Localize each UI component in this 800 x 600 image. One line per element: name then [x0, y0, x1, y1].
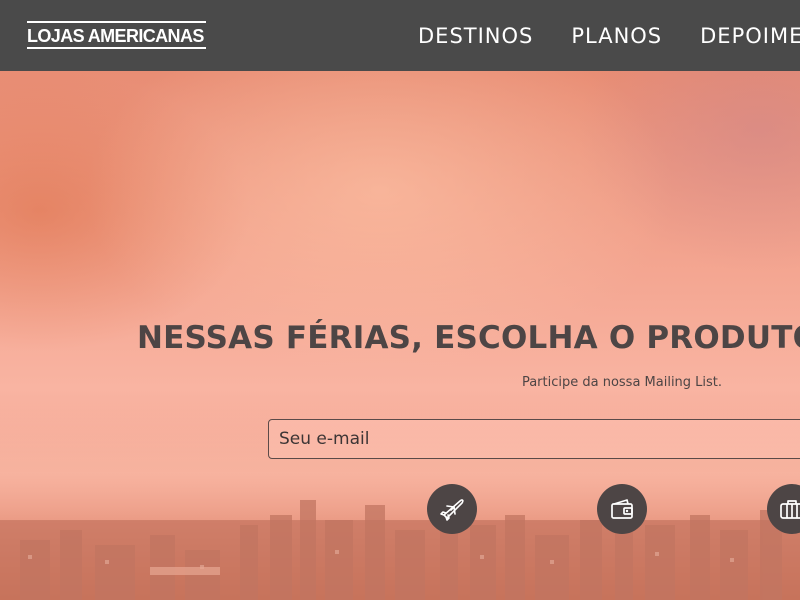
brand-logo[interactable]: LOJAS AMERICANAS	[27, 21, 206, 51]
airplane-icon	[440, 499, 464, 521]
nav-item-planos[interactable]: PLANOS	[571, 24, 662, 48]
logo-top-rule	[27, 21, 206, 23]
logo-bottom-rule	[27, 47, 206, 49]
nav-item-destinos[interactable]: DESTINOS	[418, 24, 533, 48]
mailing-list-subtitle: Participe da nossa Mailing List.	[521, 375, 723, 390]
hero-headline: NESSAS FÉRIAS, ESCOLHA O PRODUTO CERTO	[137, 320, 800, 356]
top-navbar: LOJAS AMERICANAS DESTINOS PLANOS DEPOIME…	[0, 0, 800, 71]
nav-item-depoimentos[interactable]: DEPOIMENTOS	[700, 24, 800, 48]
wallet-icon	[611, 499, 633, 519]
email-input[interactable]	[268, 419, 800, 459]
logo-text: LOJAS AMERICANAS	[27, 26, 204, 46]
feature-wallet[interactable]	[597, 484, 647, 534]
suitcase-icon	[780, 500, 800, 519]
mailing-list-subtitle-wrap: Participe da nossa Mailing List.	[0, 375, 800, 390]
city-skyline-image	[0, 500, 800, 600]
feature-airplane[interactable]	[427, 484, 477, 534]
main-nav: DESTINOS PLANOS DEPOIMENTOS	[418, 0, 800, 71]
landing-page: LOJAS AMERICANAS DESTINOS PLANOS DEPOIME…	[0, 0, 800, 600]
